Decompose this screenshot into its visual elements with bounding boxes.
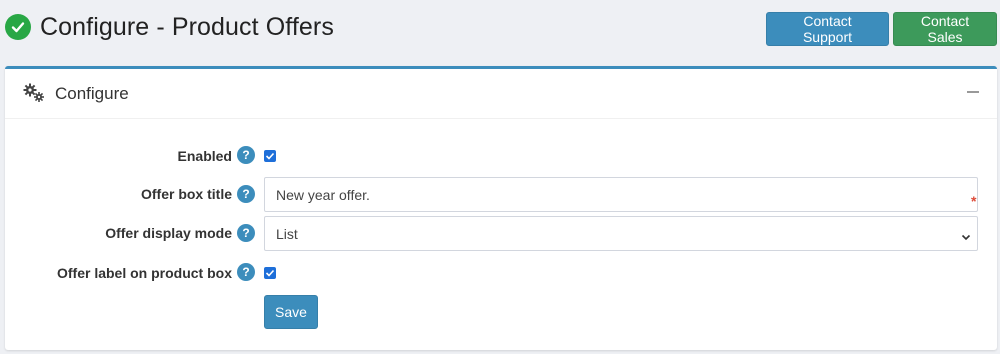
help-icon[interactable]: ? bbox=[237, 185, 255, 203]
save-button[interactable]: Save bbox=[264, 295, 318, 329]
help-icon[interactable]: ? bbox=[237, 263, 255, 281]
check-circle-icon bbox=[5, 14, 31, 40]
gears-icon bbox=[22, 83, 46, 103]
offer-label-on-product-box-label: Offer label on product box bbox=[56, 265, 232, 281]
minus-icon[interactable] bbox=[967, 91, 979, 93]
offer-box-title-label: Offer box title bbox=[140, 186, 232, 202]
panel-title: Configure bbox=[55, 84, 129, 103]
contact-support-button[interactable]: Contact Support bbox=[766, 12, 889, 46]
offer-label-checkbox[interactable] bbox=[264, 267, 276, 279]
enabled-checkbox[interactable] bbox=[264, 150, 276, 162]
required-mark: * bbox=[971, 193, 977, 209]
offer-display-mode-label: Offer display mode bbox=[105, 225, 232, 241]
enabled-label: Enabled bbox=[177, 148, 232, 164]
offer-box-title-input[interactable] bbox=[264, 177, 978, 212]
page: Configure - Product Offers Contact Suppo… bbox=[0, 0, 1000, 354]
help-icon[interactable]: ? bbox=[237, 146, 255, 164]
chevron-down-icon bbox=[961, 229, 971, 241]
page-header: Configure - Product Offers Contact Suppo… bbox=[0, 0, 1000, 58]
configure-panel: Configure Enabled ? Offer box title ? * … bbox=[5, 66, 997, 350]
panel-header: Configure bbox=[5, 69, 997, 119]
page-title: Configure - Product Offers bbox=[40, 13, 334, 41]
offer-display-mode-select[interactable]: List bbox=[264, 216, 978, 251]
help-icon[interactable]: ? bbox=[237, 224, 255, 242]
offer-display-mode-value: List bbox=[276, 225, 298, 242]
contact-sales-button[interactable]: Contact Sales bbox=[893, 12, 997, 46]
